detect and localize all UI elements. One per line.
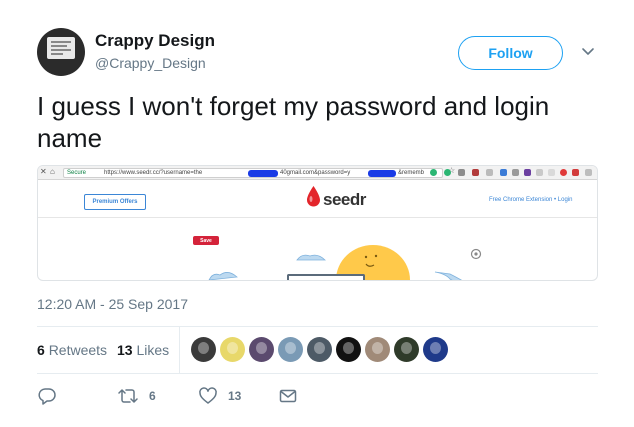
liker-avatar[interactable]: [278, 337, 303, 362]
secure-label: Secure: [67, 170, 87, 176]
liker-avatar[interactable]: [307, 337, 332, 362]
avatar-face: [256, 342, 267, 354]
avatar-face: [372, 342, 383, 354]
author-handle[interactable]: @Crappy_Design: [95, 55, 206, 71]
extension-icon: [572, 169, 579, 176]
url-suffix: &rememb: [398, 170, 425, 176]
header-links: Free Chrome Extension • Login: [489, 197, 573, 203]
extension-icon: [536, 169, 543, 176]
liker-avatar[interactable]: [220, 337, 245, 362]
follow-button[interactable]: Follow: [458, 36, 563, 70]
cloud-icon: [208, 272, 238, 280]
retweets-stat[interactable]: 6 Retweets: [37, 342, 107, 358]
extension-icon: [486, 169, 493, 176]
cloud-icon: [434, 271, 463, 280]
tweet-actions: 6 13: [37, 384, 598, 408]
retweet-icon: [118, 389, 138, 403]
likes-count: 13: [117, 342, 133, 358]
extension-icon: [548, 169, 555, 176]
avatar-face: [430, 342, 441, 354]
liker-avatar[interactable]: [423, 337, 448, 362]
seedr-page: Premium Offers seedr Free Chrome Extensi…: [38, 180, 597, 280]
chevron-down-icon[interactable]: [580, 45, 596, 59]
retweet-count: 6: [149, 389, 156, 403]
seed-drop-icon: [307, 186, 320, 207]
redaction-mark: [368, 170, 396, 177]
liker-avatar[interactable]: [394, 337, 419, 362]
page-divider: [38, 217, 597, 218]
cloud-icon: [296, 254, 326, 261]
url-field: Secure https://www.seedr.cc/?username=th…: [63, 168, 443, 178]
envelope-icon: [279, 389, 297, 403]
reply-icon: [38, 388, 56, 405]
tweet-header: Crappy Design @Crappy_Design Follow: [37, 28, 598, 76]
laptop-illustration: [287, 274, 365, 280]
like-count: 13: [228, 389, 242, 403]
retweet-button[interactable]: 6: [117, 384, 156, 408]
heart-icon: [199, 387, 217, 404]
url-middle: 40gmail.com&password=y: [280, 170, 351, 176]
stats-divider: [179, 327, 180, 373]
avatar-face: [227, 342, 238, 354]
retweets-label: Retweets: [48, 342, 108, 358]
extension-icon: [500, 169, 507, 176]
extension-icon: [524, 169, 531, 176]
avatar-face: [343, 342, 354, 354]
retweets-count: 6: [37, 342, 45, 358]
avatar-face: [285, 342, 296, 354]
avatar-face: [401, 342, 412, 354]
extension-icon: [430, 169, 437, 176]
pinterest-save-button: Save: [193, 236, 219, 245]
extension-icon: [560, 169, 567, 176]
browser-address-bar: ✕ ⌂ Secure https://www.seedr.cc/?usernam…: [38, 166, 597, 180]
author-name[interactable]: Crappy Design: [95, 31, 215, 51]
home-icon: ⌂: [50, 167, 55, 176]
tweet-text: I guess I won't forget my password and l…: [37, 91, 550, 153]
url-prefix: https://www.seedr.cc/?username=the: [104, 170, 203, 176]
extension-icon: [472, 169, 479, 176]
extension-icon: [444, 169, 451, 176]
tweet-media-screenshot[interactable]: ✕ ⌂ Secure https://www.seedr.cc/?usernam…: [37, 165, 598, 281]
seedr-wordmark: seedr: [323, 190, 366, 209]
extension-icon: [458, 169, 465, 176]
liker-avatar[interactable]: [191, 337, 216, 362]
reply-button[interactable]: [37, 384, 57, 408]
likes-label: Likes: [136, 342, 170, 358]
likes-stat[interactable]: 13 Likes: [117, 342, 169, 358]
extension-icon: [585, 169, 592, 176]
avatar-face: [314, 342, 325, 354]
like-button[interactable]: 13: [198, 384, 241, 408]
close-icon: ✕: [40, 167, 47, 176]
liker-avatar[interactable]: [365, 337, 390, 362]
liker-avatar[interactable]: [249, 337, 274, 362]
tweet-timestamp[interactable]: 12:20 AM - 25 Sep 2017: [37, 296, 188, 312]
avatar-image-card: [47, 37, 75, 59]
divider: [37, 373, 598, 374]
premium-offers-button: Premium Offers: [84, 194, 146, 210]
liker-avatar[interactable]: [336, 337, 361, 362]
crosshair-icon: [470, 248, 482, 260]
redaction-mark: [248, 170, 278, 177]
avatar-face: [198, 342, 209, 354]
tweet-stats: 6 Retweets 13 Likes: [37, 327, 598, 373]
direct-message-button[interactable]: [278, 384, 298, 408]
author-avatar[interactable]: [37, 28, 85, 76]
extension-icon: [512, 169, 519, 176]
